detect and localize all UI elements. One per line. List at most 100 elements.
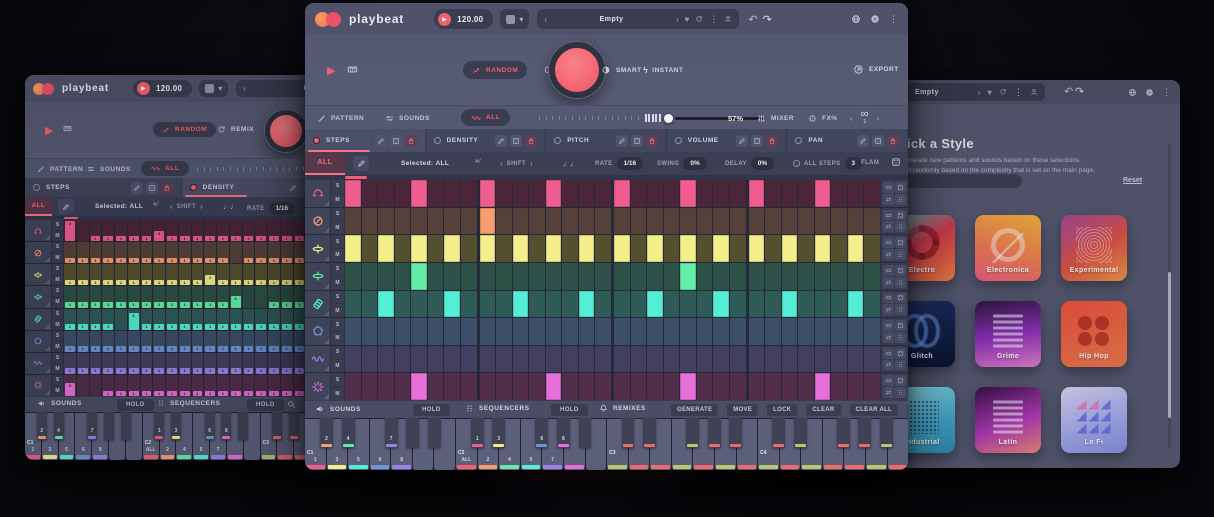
complexity-knob[interactable] (549, 42, 605, 98)
density-cell[interactable]: 1 (102, 220, 114, 241)
density-cell[interactable]: 1 (243, 331, 255, 352)
step-cell[interactable] (529, 208, 545, 235)
density-cell[interactable]: 1 (115, 264, 127, 285)
channel-tom-icon[interactable] (25, 331, 52, 352)
tab-steps[interactable]: STEPS (25, 178, 182, 197)
density-bar[interactable]: 1 (193, 280, 203, 285)
step-cell[interactable] (647, 318, 663, 345)
black-key[interactable] (238, 412, 248, 440)
step-cell[interactable] (815, 346, 831, 373)
density-cell[interactable]: 1 (77, 264, 89, 285)
density-cell[interactable]: 1 (166, 286, 178, 307)
step-cell[interactable] (730, 346, 746, 373)
density-cell[interactable]: 1 (192, 375, 204, 396)
black-key[interactable]: 1 (471, 418, 484, 448)
density-cell[interactable]: 1 (230, 353, 242, 374)
density-bar[interactable]: 1 (256, 346, 266, 351)
undo-icon[interactable]: ↶ (748, 13, 757, 26)
step-cell[interactable] (864, 291, 880, 318)
step-cell[interactable] (831, 346, 847, 373)
step-cell[interactable] (749, 180, 765, 207)
density-bar[interactable]: 1 (65, 324, 75, 329)
step-cell[interactable] (782, 235, 798, 262)
density-bar[interactable]: 2 (205, 275, 215, 286)
step-cell[interactable] (513, 291, 529, 318)
step-cell[interactable] (345, 291, 361, 318)
density-bar[interactable]: 1 (167, 346, 177, 351)
black-key[interactable] (289, 412, 299, 440)
step-cell[interactable] (848, 180, 864, 207)
step-cell[interactable] (614, 208, 630, 235)
density-bar[interactable]: 1 (142, 346, 152, 351)
style-tile-experimental[interactable]: Experimental (1061, 215, 1127, 281)
step-cell[interactable] (782, 263, 798, 290)
mute-button[interactable]: M (331, 249, 344, 262)
step-cell[interactable] (513, 263, 529, 290)
density-bar[interactable]: 1 (295, 302, 305, 307)
step-cell[interactable] (848, 318, 864, 345)
step-cell[interactable] (815, 180, 831, 207)
step-cell[interactable] (345, 208, 361, 235)
density-cell[interactable]: 1 (102, 242, 114, 263)
step-cell[interactable] (428, 373, 444, 400)
step-cell[interactable] (798, 263, 814, 290)
channel-clap-icon[interactable] (305, 373, 331, 400)
step-cell[interactable] (562, 263, 578, 290)
step-cell[interactable] (749, 373, 765, 400)
step-cell[interactable] (664, 346, 680, 373)
black-key[interactable] (686, 418, 699, 448)
step-cell[interactable] (749, 208, 765, 235)
loop-button[interactable] (883, 237, 894, 248)
step-cell[interactable] (680, 263, 696, 290)
step-cell[interactable] (579, 235, 595, 262)
hold-button[interactable]: HOLD (413, 404, 450, 416)
density-bar[interactable]: 1 (167, 324, 177, 329)
step-cell[interactable] (411, 318, 427, 345)
style-tile-lofi[interactable]: Lo Fi (1061, 387, 1127, 453)
step-cell[interactable] (378, 291, 394, 318)
step-cell[interactable] (496, 291, 512, 318)
density-cell[interactable]: 1 (217, 375, 229, 396)
row-shuffle-button[interactable] (883, 194, 894, 205)
density-bar[interactable]: 1 (244, 258, 254, 263)
row-random-button[interactable] (895, 348, 906, 359)
step-cell[interactable] (562, 180, 578, 207)
mute-button[interactable]: M (331, 304, 344, 317)
step-cell[interactable] (362, 263, 378, 290)
lock-button[interactable] (161, 182, 173, 194)
density-cell[interactable]: 1 (179, 375, 191, 396)
density-cell[interactable]: 1 (179, 220, 191, 241)
density-cell[interactable]: 1 (192, 242, 204, 263)
density-cell[interactable]: 1 (64, 309, 76, 330)
step-cell[interactable] (480, 291, 496, 318)
shift-right-icon[interactable]: › (530, 159, 533, 168)
step-cell[interactable] (614, 373, 630, 400)
gear-icon[interactable] (870, 14, 880, 24)
step-cell[interactable] (765, 208, 781, 235)
action-move-button[interactable]: MOVE (727, 404, 758, 416)
rate-value[interactable]: 1/16 (617, 157, 644, 170)
density-bar[interactable]: 1 (142, 258, 152, 263)
step-cell[interactable] (664, 263, 680, 290)
action-hold-button[interactable]: HOLD (907, 404, 908, 416)
step-cell[interactable] (848, 346, 864, 373)
step-cell[interactable] (631, 208, 647, 235)
channel-kick-icon[interactable] (305, 180, 331, 207)
keyboard-icon[interactable] (63, 124, 72, 133)
tab-pitch[interactable]: PITCH (546, 129, 667, 152)
density-cell[interactable]: 1 (268, 353, 280, 374)
mute-button[interactable]: M (52, 342, 63, 352)
density-cell[interactable]: 1 (243, 375, 255, 396)
row-menu-button[interactable] (895, 221, 906, 232)
density-cell[interactable]: 1 (115, 375, 127, 396)
step-cell[interactable] (782, 208, 798, 235)
step-cell[interactable] (562, 208, 578, 235)
density-bar[interactable]: 1 (154, 258, 164, 263)
row-menu-button[interactable] (895, 249, 906, 260)
step-cell[interactable] (798, 208, 814, 235)
channel-snare-icon[interactable] (25, 242, 52, 263)
density-cell[interactable]: 1 (192, 264, 204, 285)
step-cell[interactable] (411, 235, 427, 262)
density-cell[interactable]: 1 (255, 309, 267, 330)
density-bar[interactable]: 1 (269, 258, 279, 263)
